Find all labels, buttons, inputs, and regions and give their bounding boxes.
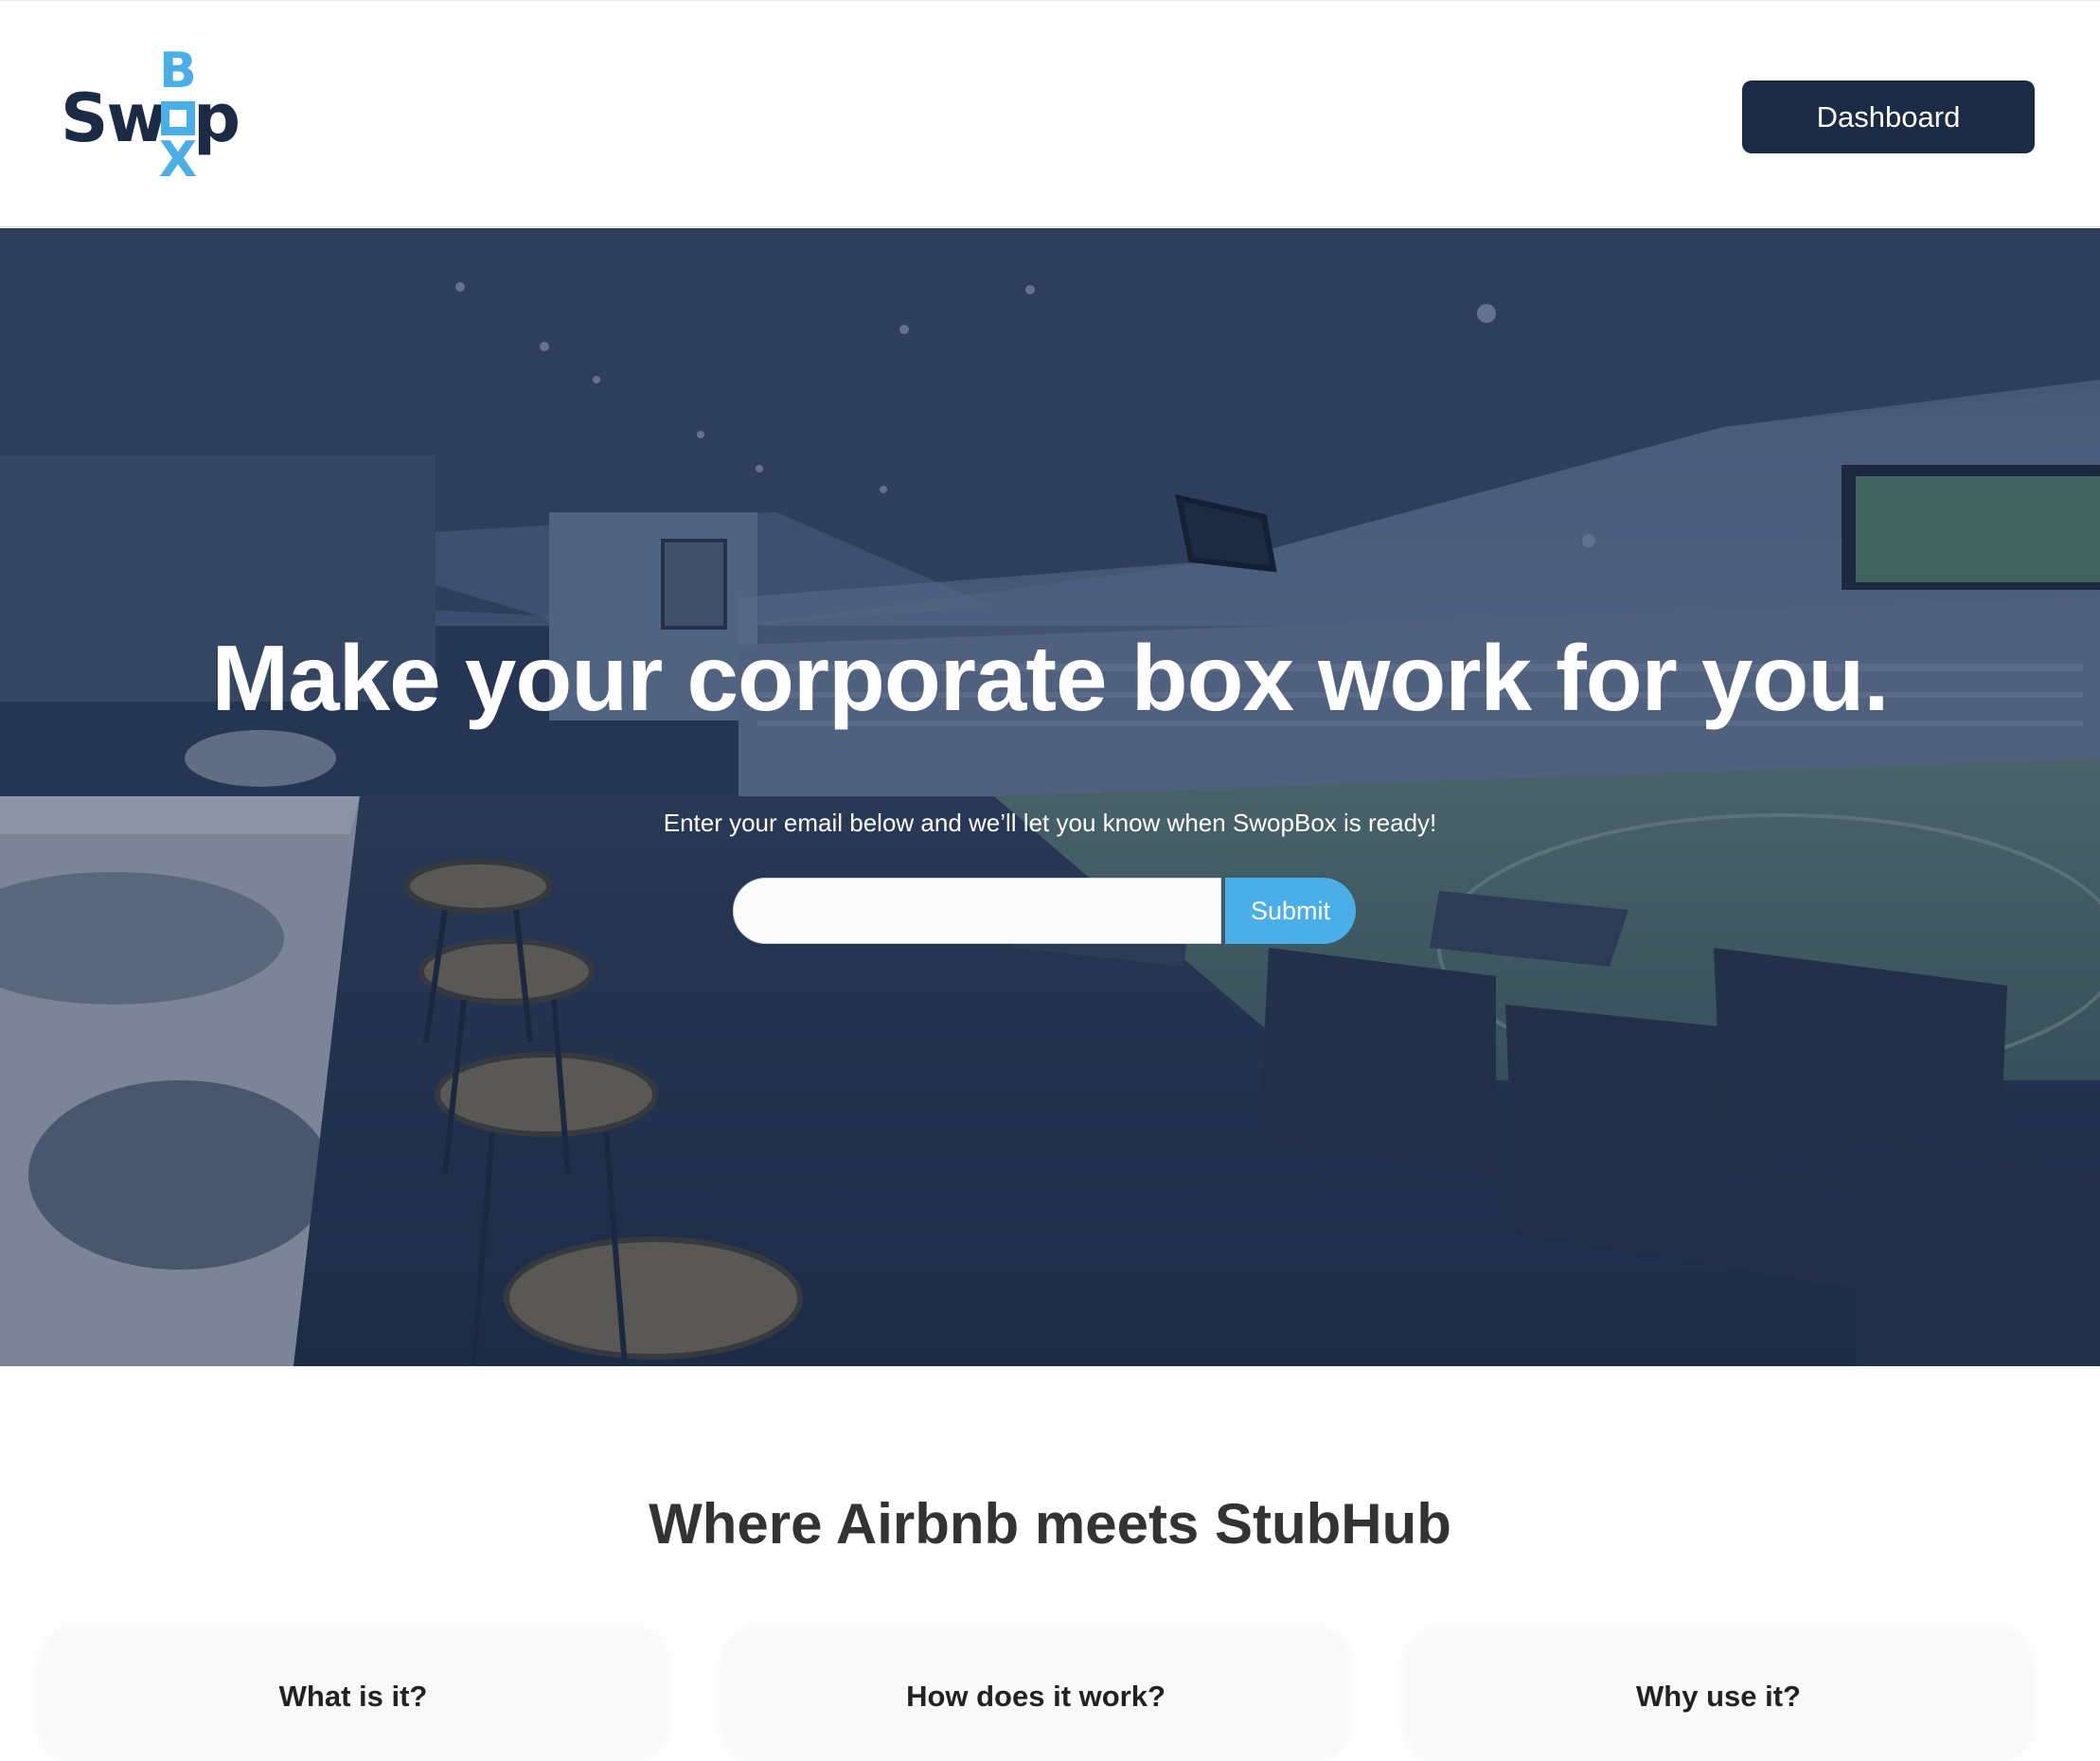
- feature-card-how: How does it work?: [723, 1628, 1348, 1761]
- submit-button[interactable]: Submit: [1225, 878, 1356, 944]
- logo-letter-x: X: [159, 132, 198, 188]
- logo-text-sw: Sw: [61, 80, 168, 157]
- email-signup-form: Submit: [733, 878, 1358, 944]
- hero-section: Make your corporate box work for you. En…: [0, 228, 2100, 1366]
- hero-subtitle: Enter your email below and we’ll let you…: [663, 809, 1437, 837]
- feature-card-title: Why use it?: [1636, 1680, 1801, 1713]
- site-header: B Sw p X Dashboard: [0, 0, 2100, 227]
- hero-title: Make your corporate box work for you.: [211, 626, 1890, 730]
- feature-card-what: What is it?: [41, 1628, 666, 1761]
- logo-text-p: p: [193, 80, 240, 157]
- feature-card-title: What is it?: [278, 1680, 428, 1713]
- logo-box-square: [161, 101, 195, 135]
- feature-card-why: Why use it?: [1406, 1628, 2031, 1761]
- hero-overlay: [0, 228, 2100, 1366]
- features-title: Where Airbnb meets StubHub: [649, 1492, 1451, 1556]
- dashboard-button[interactable]: Dashboard: [1742, 80, 2035, 153]
- swopbox-logo[interactable]: B Sw p X: [61, 46, 250, 185]
- email-input[interactable]: [733, 878, 1221, 944]
- feature-card-title: How does it work?: [906, 1680, 1166, 1713]
